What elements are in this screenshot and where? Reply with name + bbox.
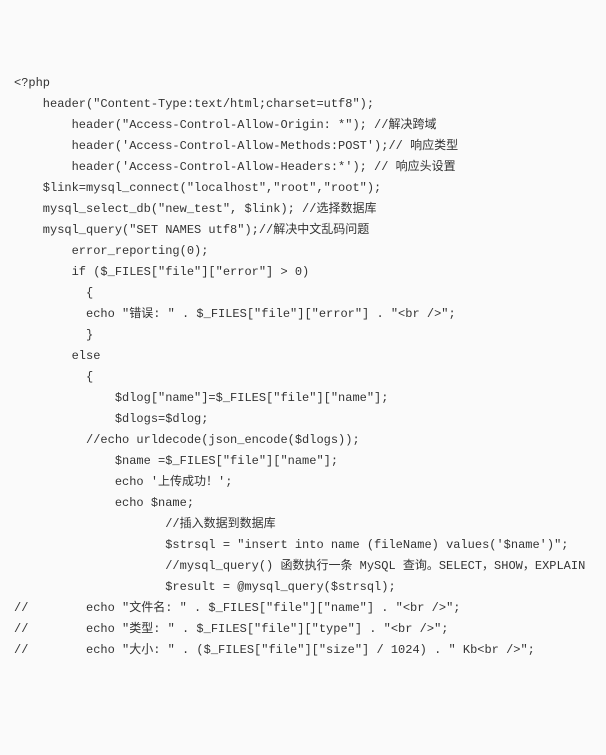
code-line: } bbox=[14, 325, 606, 346]
code-line: //mysql_query() 函数执行一条 MySQL 查询。SELECT，S… bbox=[14, 556, 606, 577]
code-line: echo "错误: " . $_FILES["file"]["error"] .… bbox=[14, 304, 606, 325]
code-line: if ($_FILES["file"]["error"] > 0) bbox=[14, 262, 606, 283]
code-line: // echo "文件名: " . $_FILES["file"]["name"… bbox=[14, 598, 606, 619]
code-line: header('Access-Control-Allow-Headers:*')… bbox=[14, 157, 606, 178]
code-line: { bbox=[14, 283, 606, 304]
code-line: $dlogs=$dlog; bbox=[14, 409, 606, 430]
code-line: //插入数据到数据库 bbox=[14, 514, 606, 535]
code-line: error_reporting(0); bbox=[14, 241, 606, 262]
code-line: echo $name; bbox=[14, 493, 606, 514]
code-line: echo '上传成功！'; bbox=[14, 472, 606, 493]
code-line: header("Content-Type:text/html;charset=u… bbox=[14, 94, 606, 115]
code-line: $strsql = "insert into name (fileName) v… bbox=[14, 535, 606, 556]
code-line: $dlog["name"]=$_FILES["file"]["name"]; bbox=[14, 388, 606, 409]
code-line: $name =$_FILES["file"]["name"]; bbox=[14, 451, 606, 472]
code-line: $link=mysql_connect("localhost","root","… bbox=[14, 178, 606, 199]
code-line: // echo "大小: " . ($_FILES["file"]["size"… bbox=[14, 640, 606, 661]
code-line: else bbox=[14, 346, 606, 367]
code-line: mysql_query("SET NAMES utf8");//解决中文乱码问题 bbox=[14, 220, 606, 241]
code-block: <?php header("Content-Type:text/html;cha… bbox=[14, 73, 606, 661]
code-line: //echo urldecode(json_encode($dlogs)); bbox=[14, 430, 606, 451]
code-line: mysql_select_db("new_test", $link); //选择… bbox=[14, 199, 606, 220]
code-line: // echo "类型: " . $_FILES["file"]["type"]… bbox=[14, 619, 606, 640]
code-line: $result = @mysql_query($strsql); bbox=[14, 577, 606, 598]
code-line: { bbox=[14, 367, 606, 388]
code-line: header('Access-Control-Allow-Methods:POS… bbox=[14, 136, 606, 157]
code-line: <?php bbox=[14, 73, 606, 94]
code-line: header("Access-Control-Allow-Origin: *")… bbox=[14, 115, 606, 136]
